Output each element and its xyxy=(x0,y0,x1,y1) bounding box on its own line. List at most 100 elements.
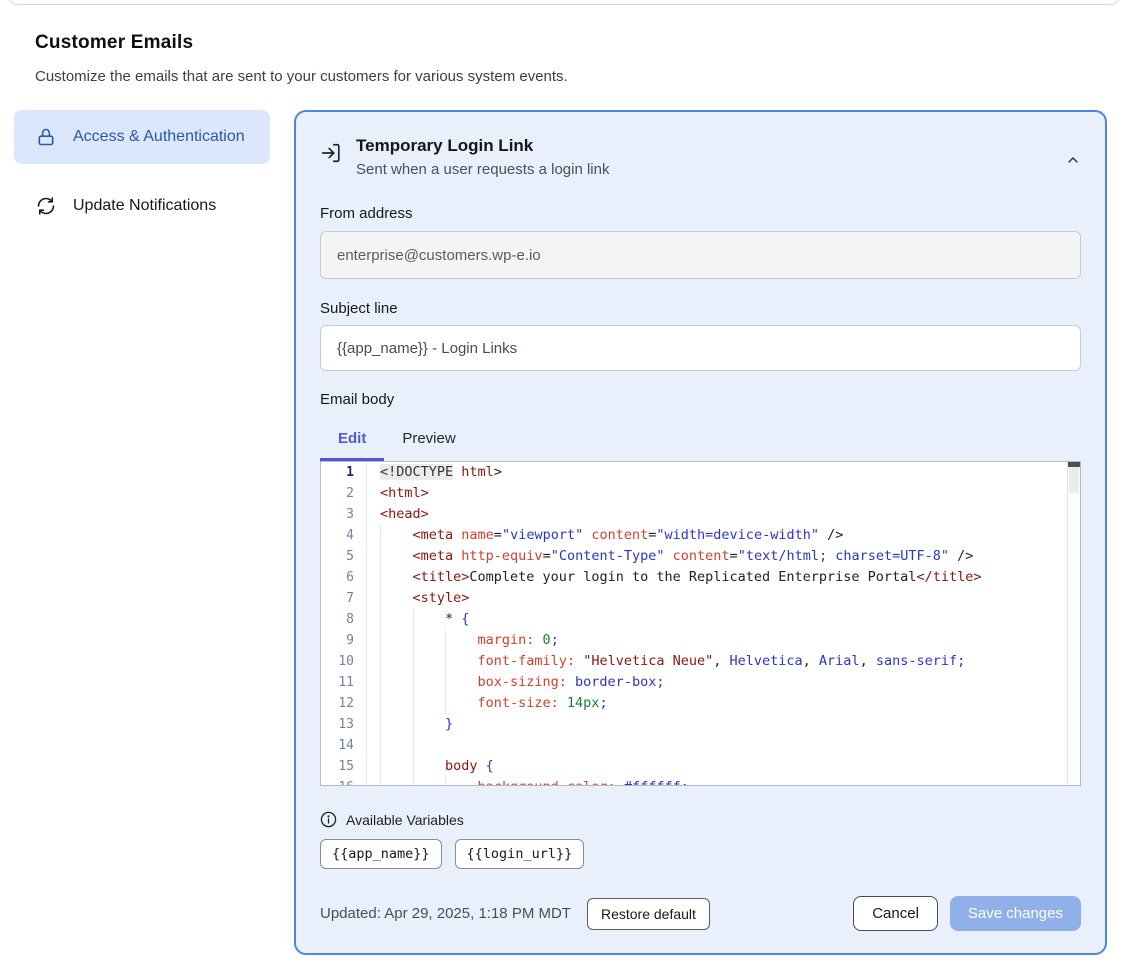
editor-scrollbar-shade xyxy=(1069,467,1079,493)
indent-guide xyxy=(380,651,413,672)
email-types-sidebar: Access & Authentication Update Notificat… xyxy=(14,110,270,226)
line-number: 12 xyxy=(321,693,367,714)
variable-chips: {{app_name}} {{login_url}} xyxy=(320,839,1081,869)
variable-chip-app-name[interactable]: {{app_name}} xyxy=(320,839,442,869)
indent-guide xyxy=(380,546,413,567)
code-line[interactable]: 13} xyxy=(321,714,1080,735)
tab-edit[interactable]: Edit xyxy=(320,424,384,461)
indent-guide xyxy=(380,672,413,693)
panel-subtitle: Sent when a user requests a login link xyxy=(356,161,609,178)
temporary-login-link-panel: Temporary Login Link Sent when a user re… xyxy=(294,110,1107,955)
code-line[interactable]: 10font-family: "Helvetica Neue", Helveti… xyxy=(321,651,1080,672)
indent-guide xyxy=(380,609,413,630)
lock-icon xyxy=(36,127,56,147)
save-changes-button[interactable]: Save changes xyxy=(950,896,1081,931)
from-address-input[interactable] xyxy=(320,231,1081,279)
line-number: 6 xyxy=(321,567,367,588)
indent-guide xyxy=(413,672,446,693)
indent-guide xyxy=(380,630,413,651)
indent-guide xyxy=(380,756,413,777)
email-body-code-editor[interactable]: 1<!DOCTYPE html>2<html>3<head>4<meta nam… xyxy=(320,461,1081,786)
from-address-label: From address xyxy=(320,205,1081,222)
line-number: 10 xyxy=(321,651,367,672)
line-number: 1 xyxy=(321,462,367,483)
code-line[interactable]: 2<html> xyxy=(321,483,1080,504)
indent-guide xyxy=(380,777,413,786)
footer-action-buttons: Cancel Save changes xyxy=(853,896,1081,931)
code-line[interactable]: 4<meta name="viewport" content="width=de… xyxy=(321,525,1080,546)
indent-guide xyxy=(413,777,446,786)
variable-chip-login-url[interactable]: {{login_url}} xyxy=(455,839,585,869)
line-number: 2 xyxy=(321,483,367,504)
code-rows: 1<!DOCTYPE html>2<html>3<head>4<meta nam… xyxy=(321,462,1080,786)
indent-guide xyxy=(413,693,446,714)
sidebar-item-label: Update Notifications xyxy=(73,194,216,218)
code-line[interactable]: 16background-color: #ffffff; xyxy=(321,777,1080,786)
indent-guide xyxy=(445,672,478,693)
line-number: 4 xyxy=(321,525,367,546)
previous-card-bottom-edge xyxy=(8,0,1120,5)
chevron-up-icon xyxy=(1065,152,1081,168)
email-body-tabs: Edit Preview xyxy=(320,424,1081,461)
line-number: 3 xyxy=(321,504,367,525)
line-number: 16 xyxy=(321,777,367,786)
code-line[interactable]: 7<style> xyxy=(321,588,1080,609)
available-variables-label: Available Variables xyxy=(346,812,464,828)
code-line[interactable]: 5<meta http-equiv="Content-Type" content… xyxy=(321,546,1080,567)
sidebar-item-update-notifications[interactable]: Update Notifications xyxy=(14,186,270,226)
code-line[interactable]: 6<title>Complete your login to the Repli… xyxy=(321,567,1080,588)
code-line[interactable]: 3<head> xyxy=(321,504,1080,525)
indent-guide xyxy=(380,525,413,546)
code-line-content: <meta http-equiv="Content-Type" content=… xyxy=(367,546,1080,567)
code-line-content: <html> xyxy=(367,483,1080,504)
info-icon xyxy=(320,811,337,828)
code-line-content: * { xyxy=(367,609,1080,630)
indent-guide xyxy=(445,651,478,672)
code-line[interactable]: 1<!DOCTYPE html> xyxy=(321,462,1080,483)
code-line-content: background-color: #ffffff; xyxy=(367,777,1080,786)
indent-guide xyxy=(445,630,478,651)
code-line[interactable]: 8* { xyxy=(321,609,1080,630)
indent-guide xyxy=(380,735,413,756)
code-line-content: <head> xyxy=(367,504,1080,525)
code-line-content: body { xyxy=(367,756,1080,777)
cancel-button[interactable]: Cancel xyxy=(853,896,938,931)
code-line[interactable]: 15body { xyxy=(321,756,1080,777)
indent-guide xyxy=(445,777,478,786)
customer-emails-page: Customer Emails Customize the emails tha… xyxy=(0,0,1128,980)
code-line-content: <style> xyxy=(367,588,1080,609)
line-number: 11 xyxy=(321,672,367,693)
code-line[interactable]: 14 xyxy=(321,735,1080,756)
tab-preview[interactable]: Preview xyxy=(384,424,473,461)
code-line-content: font-family: "Helvetica Neue", Helvetica… xyxy=(367,651,1080,672)
code-line-content: font-size: 14px; xyxy=(367,693,1080,714)
editor-scrollbar[interactable] xyxy=(1067,462,1080,785)
indent-guide xyxy=(413,630,446,651)
sidebar-item-access-authentication[interactable]: Access & Authentication xyxy=(14,110,270,164)
refresh-icon xyxy=(36,196,56,216)
indent-guide xyxy=(413,756,446,777)
indent-guide xyxy=(380,588,413,609)
page-subtitle: Customize the emails that are sent to yo… xyxy=(35,68,1128,85)
panel-footer: Updated: Apr 29, 2025, 1:18 PM MDT Resto… xyxy=(320,896,1081,931)
code-line-content xyxy=(367,735,1080,756)
page-header: Customer Emails Customize the emails tha… xyxy=(35,32,1128,85)
line-number: 15 xyxy=(321,756,367,777)
indent-guide xyxy=(380,567,413,588)
code-line-content: <title>Complete your login to the Replic… xyxy=(367,567,1080,588)
line-number: 9 xyxy=(321,630,367,651)
code-line-content: } xyxy=(367,714,1080,735)
collapse-section-button[interactable] xyxy=(1065,146,1081,168)
restore-default-button[interactable]: Restore default xyxy=(587,898,710,930)
code-line[interactable]: 12font-size: 14px; xyxy=(321,693,1080,714)
code-line-content: box-sizing: border-box; xyxy=(367,672,1080,693)
code-line-content: margin: 0; xyxy=(367,630,1080,651)
indent-guide xyxy=(413,609,446,630)
sidebar-item-label: Access & Authentication xyxy=(73,125,245,149)
code-line-content: <!DOCTYPE html> xyxy=(367,462,1080,483)
subject-line-input[interactable] xyxy=(320,325,1081,371)
code-line[interactable]: 9margin: 0; xyxy=(321,630,1080,651)
line-number: 13 xyxy=(321,714,367,735)
email-body-label: Email body xyxy=(320,391,1081,408)
code-line[interactable]: 11box-sizing: border-box; xyxy=(321,672,1080,693)
